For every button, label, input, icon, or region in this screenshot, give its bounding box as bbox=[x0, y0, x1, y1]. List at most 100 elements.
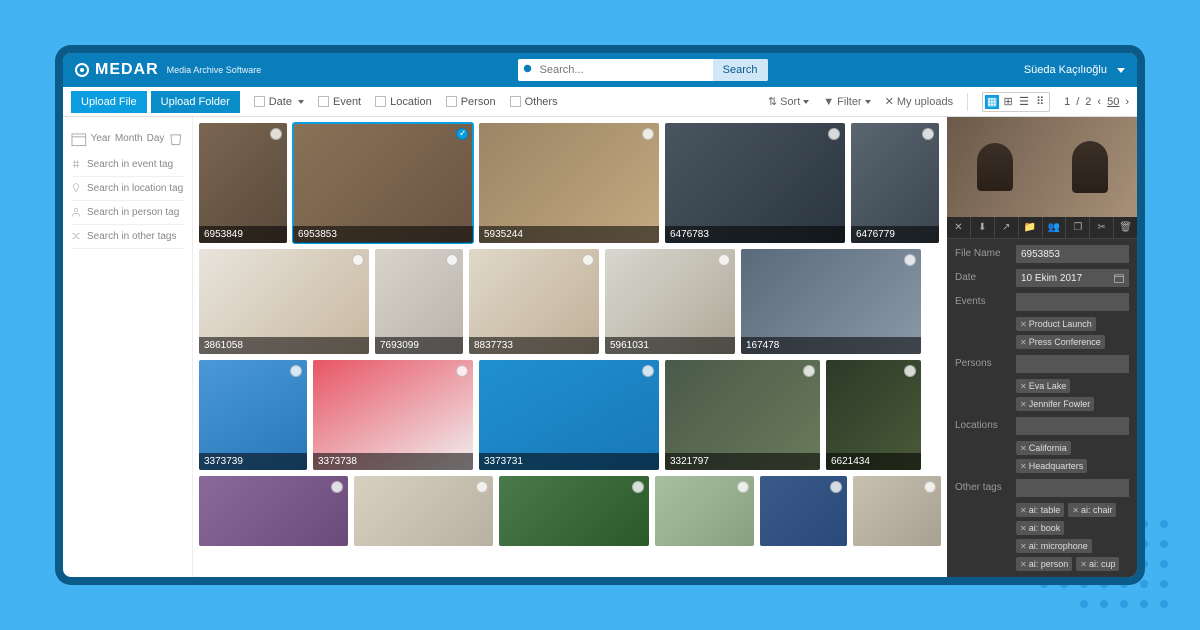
filter-others[interactable]: Others bbox=[510, 96, 558, 108]
select-circle[interactable] bbox=[922, 128, 934, 140]
value-persons-input[interactable] bbox=[1016, 355, 1129, 373]
month-field[interactable]: Month bbox=[115, 133, 143, 144]
delete-icon[interactable]: 🗑 bbox=[1114, 217, 1137, 238]
select-circle[interactable] bbox=[803, 365, 815, 377]
view-grid-icon[interactable]: ⊞ bbox=[1001, 95, 1015, 109]
select-circle[interactable] bbox=[632, 481, 644, 493]
thumbnail[interactable]: 3373739 bbox=[199, 360, 307, 470]
calendar-icon[interactable] bbox=[1114, 273, 1124, 283]
filter-date[interactable]: Date bbox=[254, 96, 304, 108]
select-circle[interactable] bbox=[352, 254, 364, 266]
filter-event[interactable]: Event bbox=[318, 96, 361, 108]
tag[interactable]: Headquarters bbox=[1016, 459, 1087, 473]
select-circle[interactable] bbox=[642, 365, 654, 377]
thumbnail[interactable]: 6476779 bbox=[851, 123, 939, 243]
thumbnail[interactable]: 3373731 bbox=[479, 360, 659, 470]
thumbnail[interactable]: 8837733 bbox=[469, 249, 599, 354]
tag[interactable]: ai: cup bbox=[1076, 557, 1119, 571]
upload-file-button[interactable]: Upload File bbox=[71, 91, 147, 113]
sidebar-location[interactable]: Search in location tag bbox=[71, 177, 184, 201]
thumbnail[interactable]: 167478 bbox=[741, 249, 921, 354]
select-circle[interactable] bbox=[718, 254, 730, 266]
search-input[interactable] bbox=[540, 64, 713, 76]
thumbnail[interactable]: 6476783 bbox=[665, 123, 845, 243]
value-events-input[interactable] bbox=[1016, 293, 1129, 311]
tag[interactable]: ai: chair bbox=[1068, 503, 1116, 517]
thumbnail[interactable]: 3861058 bbox=[199, 249, 369, 354]
select-circle[interactable] bbox=[290, 365, 302, 377]
filter-person[interactable]: Person bbox=[446, 96, 496, 108]
sidebar-person[interactable]: Search in person tag bbox=[71, 201, 184, 225]
select-circle[interactable] bbox=[456, 365, 468, 377]
thumbnail[interactable] bbox=[655, 476, 754, 546]
user-menu[interactable]: Süeda Kaçılıoğlu bbox=[1024, 64, 1125, 76]
share-icon[interactable]: ↗ bbox=[995, 217, 1019, 238]
view-list-icon[interactable]: ☰ bbox=[1017, 95, 1031, 109]
download-icon[interactable]: ⬇ bbox=[971, 217, 995, 238]
sidebar-event[interactable]: Search in event tag bbox=[71, 153, 184, 177]
tag[interactable]: ai: book bbox=[1016, 521, 1064, 535]
people-icon[interactable]: 👥 bbox=[1043, 217, 1067, 238]
select-circle[interactable] bbox=[582, 254, 594, 266]
year-field[interactable]: Year bbox=[91, 133, 111, 144]
thumbnail[interactable]: 6953849 bbox=[199, 123, 287, 243]
thumbnail[interactable] bbox=[199, 476, 348, 546]
thumbnail[interactable] bbox=[760, 476, 848, 546]
tag[interactable]: Eva Lake bbox=[1016, 379, 1070, 393]
my-uploads-toggle[interactable]: ✕ My uploads bbox=[885, 95, 953, 108]
tag[interactable]: ai: table bbox=[1016, 503, 1064, 517]
value-other-input[interactable] bbox=[1016, 479, 1129, 497]
close-icon[interactable]: ✕ bbox=[947, 217, 971, 238]
select-circle[interactable] bbox=[904, 365, 916, 377]
thumbnail[interactable]: 6621434 bbox=[826, 360, 921, 470]
trash-icon[interactable] bbox=[168, 131, 184, 147]
filter-button[interactable]: ▼ Filter bbox=[823, 96, 870, 108]
page-prev-icon[interactable]: ‹ bbox=[1097, 96, 1101, 108]
sidebar-other[interactable]: Search in other tags bbox=[71, 225, 184, 249]
tag[interactable]: ai: microphone bbox=[1016, 539, 1092, 553]
select-circle[interactable] bbox=[904, 254, 916, 266]
value-locations-input[interactable] bbox=[1016, 417, 1129, 435]
crop-icon[interactable]: ✂ bbox=[1090, 217, 1114, 238]
value-filename[interactable]: 6953853 bbox=[1016, 245, 1129, 263]
page-size[interactable]: 50 bbox=[1107, 96, 1119, 108]
thumbnail[interactable]: 3321797 bbox=[665, 360, 820, 470]
select-circle[interactable] bbox=[828, 128, 840, 140]
pin-icon bbox=[71, 183, 81, 193]
select-circle[interactable] bbox=[270, 128, 282, 140]
select-circle[interactable] bbox=[446, 254, 458, 266]
thumbnail[interactable]: 3373738 bbox=[313, 360, 473, 470]
thumbnail[interactable] bbox=[853, 476, 941, 546]
thumb-id: 8837733 bbox=[469, 337, 599, 354]
search-button[interactable]: Search bbox=[713, 59, 768, 81]
thumbnail[interactable]: 6953853 bbox=[293, 123, 473, 243]
thumbnail[interactable]: 5935244 bbox=[479, 123, 659, 243]
view-small-icon[interactable]: ⠿ bbox=[1033, 95, 1047, 109]
select-circle[interactable] bbox=[642, 128, 654, 140]
view-thumb-icon[interactable]: ▦ bbox=[985, 95, 999, 109]
copy-icon[interactable]: ❐ bbox=[1066, 217, 1090, 238]
tag[interactable]: ai: person bbox=[1016, 557, 1072, 571]
tag[interactable]: Jennifer Fowler bbox=[1016, 397, 1094, 411]
select-circle[interactable] bbox=[456, 128, 468, 140]
folder-icon[interactable]: 📁 bbox=[1019, 217, 1043, 238]
filter-location[interactable]: Location bbox=[375, 96, 432, 108]
thumb-id: 3373739 bbox=[199, 453, 307, 470]
select-circle[interactable] bbox=[737, 481, 749, 493]
label-events: Events bbox=[955, 293, 1010, 307]
upload-folder-button[interactable]: Upload Folder bbox=[151, 91, 240, 113]
thumbnail[interactable]: 5961031 bbox=[605, 249, 735, 354]
tags-events: Product Launch Press Conference bbox=[1016, 317, 1129, 349]
thumbnail[interactable]: 7693099 bbox=[375, 249, 463, 354]
thumbnail[interactable] bbox=[354, 476, 493, 546]
day-field[interactable]: Day bbox=[147, 133, 165, 144]
tag[interactable]: Product Launch bbox=[1016, 317, 1096, 331]
page-next-icon[interactable]: › bbox=[1125, 96, 1129, 108]
thumbnail[interactable] bbox=[499, 476, 648, 546]
value-date[interactable]: 10 Ekim 2017 bbox=[1016, 269, 1129, 287]
sort-button[interactable]: ⇅ Sort bbox=[768, 95, 809, 108]
select-circle[interactable] bbox=[924, 481, 936, 493]
tag[interactable]: Press Conference bbox=[1016, 335, 1105, 349]
tag[interactable]: California bbox=[1016, 441, 1071, 455]
brand-logo[interactable]: MEDAR bbox=[75, 61, 159, 79]
